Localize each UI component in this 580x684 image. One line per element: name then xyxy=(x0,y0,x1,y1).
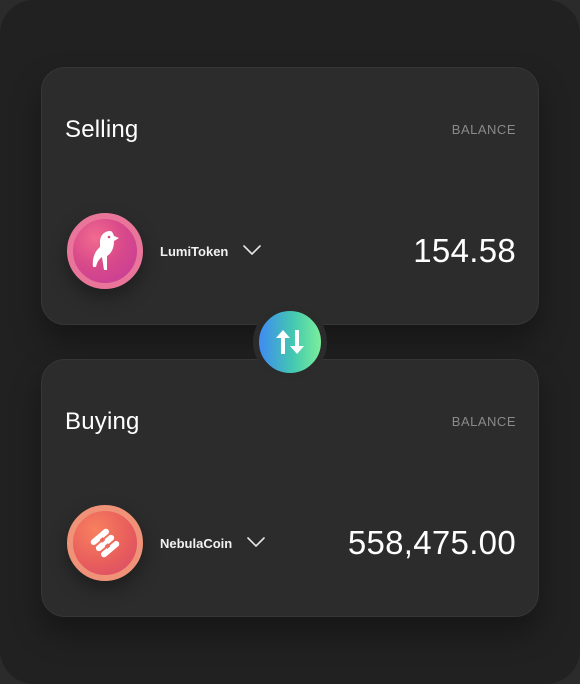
buying-card: Buying BALANCE NebulaCoin 558,475.00 xyxy=(41,359,539,617)
selling-title: Selling xyxy=(65,116,139,143)
buying-balance-label: BALANCE xyxy=(451,414,516,429)
selling-amount[interactable]: 154.58 xyxy=(413,232,516,270)
stripes-s-icon[interactable] xyxy=(67,505,143,581)
swap-widget: Selling BALANCE LumiToken 154.58 Buying … xyxy=(0,0,580,684)
buying-amount[interactable]: 558,475.00 xyxy=(348,524,516,562)
selling-balance-label: BALANCE xyxy=(451,122,516,137)
chevron-down-icon[interactable] xyxy=(243,243,261,257)
selling-token-name[interactable]: LumiToken xyxy=(160,244,228,259)
chevron-down-icon[interactable] xyxy=(247,535,265,549)
bird-icon[interactable] xyxy=(67,213,143,289)
buying-title: Buying xyxy=(65,408,140,435)
swap-arrows-icon xyxy=(276,330,304,354)
selling-card: Selling BALANCE LumiToken 154.58 xyxy=(41,67,539,325)
buying-token-name[interactable]: NebulaCoin xyxy=(160,536,232,551)
swap-button[interactable] xyxy=(253,305,327,379)
